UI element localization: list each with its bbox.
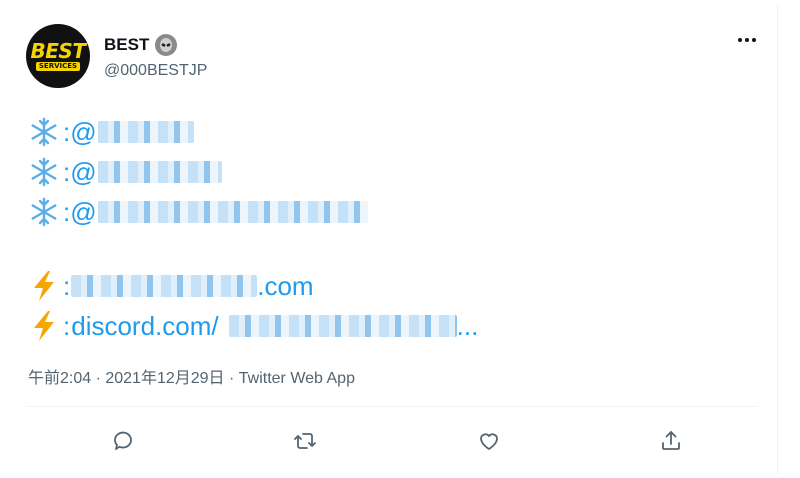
tweet-line: :@ bbox=[26, 112, 478, 152]
like-icon[interactable] bbox=[472, 424, 506, 458]
tweet-actions bbox=[26, 416, 758, 464]
redacted-mention[interactable] bbox=[97, 161, 222, 183]
tweet-line: : .com bbox=[26, 266, 478, 306]
author-handle[interactable]: @000BESTJP bbox=[104, 62, 207, 80]
avatar-logo-subtext: SERVICES bbox=[35, 62, 81, 71]
lightning-icon bbox=[26, 268, 62, 304]
snowflake-icon bbox=[26, 114, 62, 150]
reply-icon[interactable] bbox=[106, 424, 140, 458]
link-ellipsis[interactable]: ... bbox=[457, 311, 479, 342]
lightning-icon bbox=[26, 308, 62, 344]
link-prefix: : bbox=[63, 270, 71, 301]
snowflake-icon bbox=[26, 194, 62, 230]
tweet-line: :@ bbox=[26, 192, 478, 232]
snowflake-icon bbox=[26, 154, 62, 190]
display-name[interactable]: BEST bbox=[104, 35, 149, 55]
tweet-card: BEST SERVICES BEST @000BESTJP :@:@:@:… bbox=[6, 4, 778, 474]
avatar[interactable]: BEST SERVICES bbox=[26, 24, 90, 88]
retweet-icon[interactable] bbox=[288, 424, 322, 458]
redacted-link[interactable] bbox=[71, 275, 258, 297]
mention-prefix: :@ bbox=[63, 116, 97, 147]
author-name-row: BEST bbox=[104, 34, 178, 56]
tweet-body: :@ :@ :@: .com: discord.com/ ... bbox=[26, 112, 478, 346]
tweet-line: : discord.com/ ... bbox=[26, 306, 478, 346]
redacted-mention[interactable] bbox=[97, 121, 194, 143]
share-icon[interactable] bbox=[654, 424, 688, 458]
divider bbox=[26, 406, 758, 407]
tweet-timestamp[interactable]: 午前2:04 · 2021年12月29日 · Twitter Web App bbox=[28, 364, 355, 388]
link-text[interactable]: .com bbox=[257, 271, 313, 302]
discord-link[interactable]: discord.com/ bbox=[71, 311, 218, 342]
alien-icon bbox=[155, 34, 178, 56]
more-options-icon[interactable] bbox=[732, 32, 762, 48]
link-prefix: : bbox=[63, 310, 71, 341]
redacted-link[interactable] bbox=[228, 315, 457, 337]
mention-prefix: :@ bbox=[63, 196, 97, 227]
mention-prefix: :@ bbox=[63, 156, 97, 187]
tweet-line: :@ bbox=[26, 152, 478, 192]
redacted-mention[interactable] bbox=[97, 201, 368, 223]
avatar-logo-text: BEST bbox=[30, 39, 86, 63]
